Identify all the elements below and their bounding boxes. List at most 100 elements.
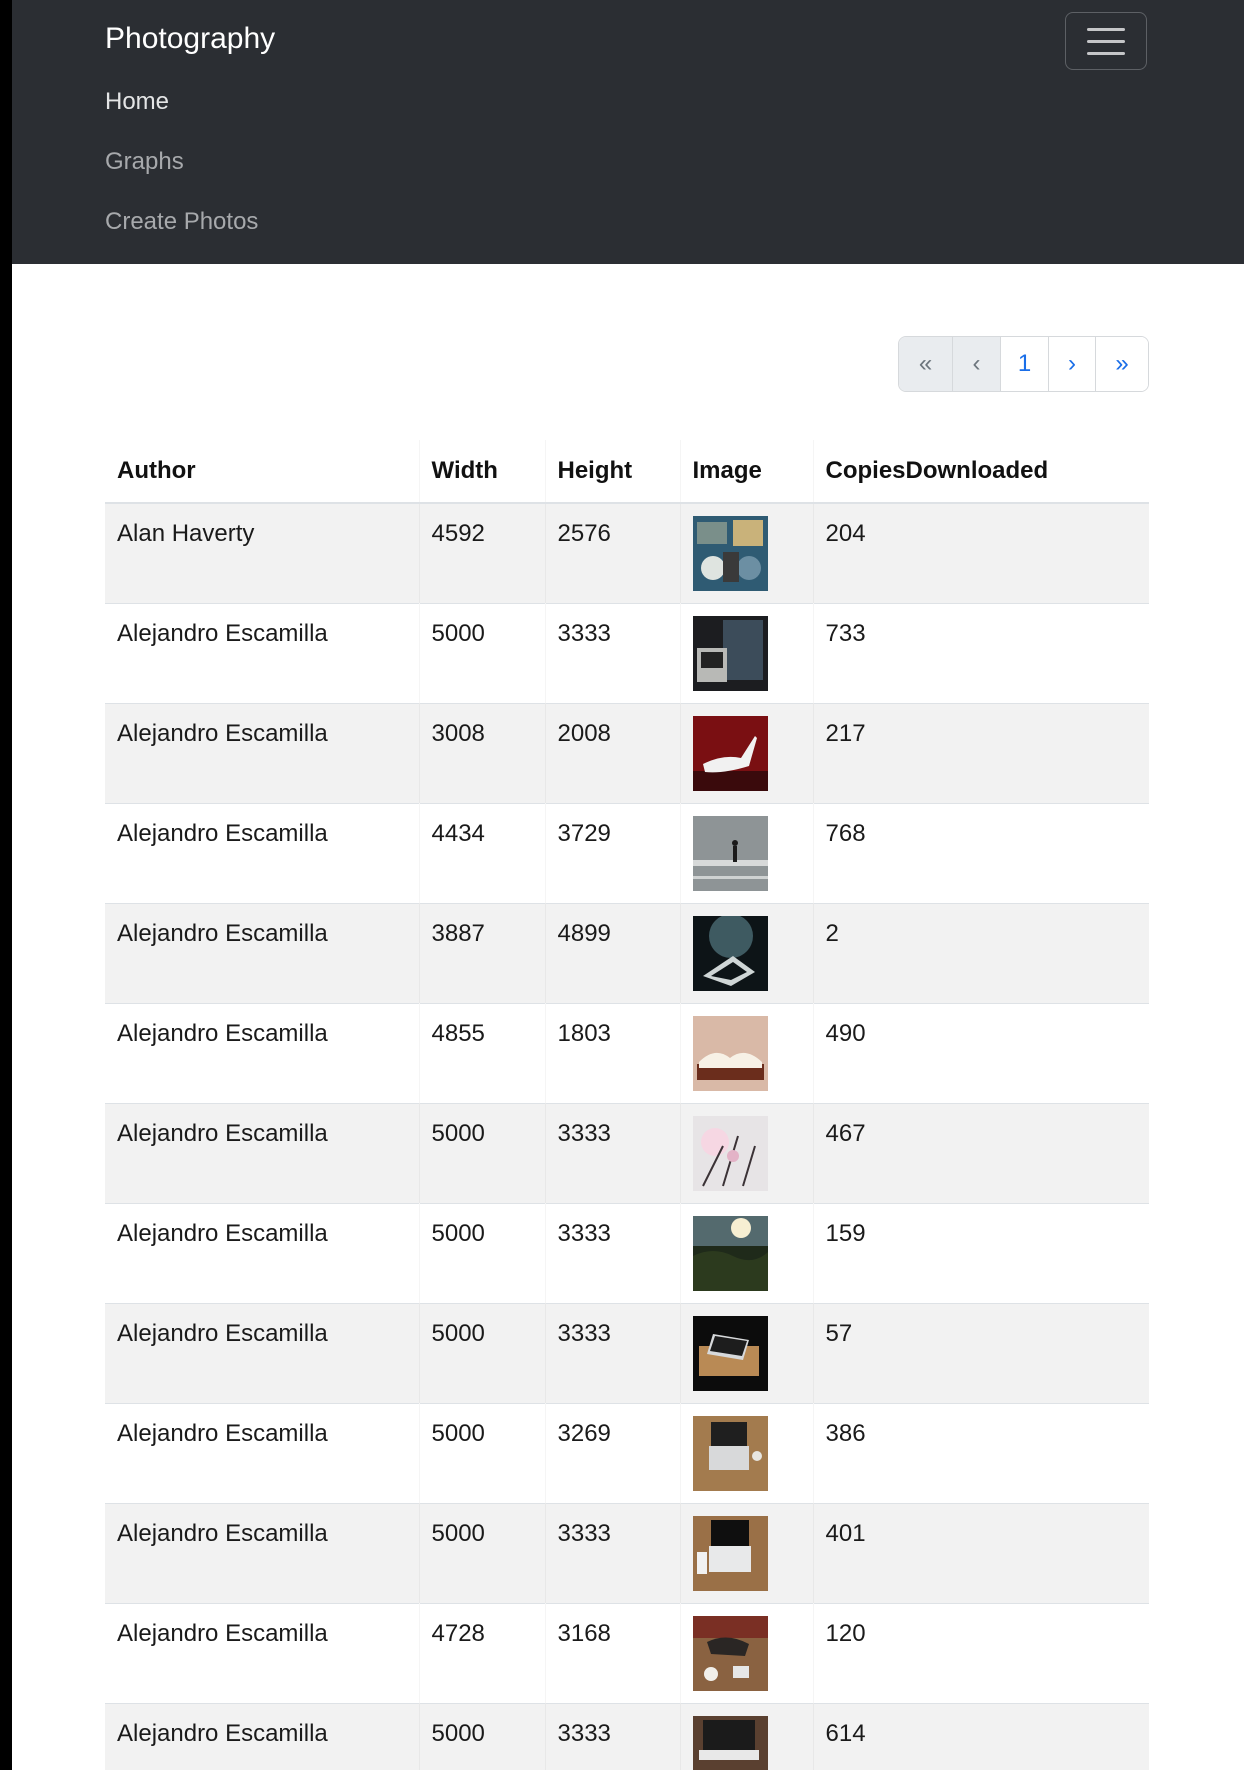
photo-thumbnail[interactable] [692, 1015, 768, 1091]
cell-copies-downloaded: 2 [812, 902, 1149, 1003]
photo-thumbnail[interactable] [692, 1415, 768, 1491]
hamburger-icon-bar [1087, 51, 1125, 55]
cell-width: 5000 [418, 1102, 545, 1203]
cell-width: 5000 [418, 1702, 545, 1770]
cell-image [679, 1702, 813, 1770]
table-row: Alejandro Escamilla 3887 4899 2 [105, 902, 1149, 1003]
hamburger-icon-bar [1087, 39, 1125, 43]
cell-width: 5000 [418, 602, 545, 703]
cell-width: 5000 [418, 1502, 545, 1603]
pagination-next-button[interactable]: › [1048, 337, 1095, 391]
cell-width: 4592 [418, 502, 545, 603]
cell-image [679, 1502, 813, 1603]
cell-author: Alejandro Escamilla [105, 1602, 419, 1703]
pagination-first-button[interactable]: « [899, 337, 952, 391]
photo-thumbnail[interactable] [692, 1215, 768, 1291]
column-header-image: Image [679, 440, 813, 504]
cell-copies-downloaded: 768 [812, 802, 1149, 903]
table-row: Alejandro Escamilla 5000 3333 733 [105, 602, 1149, 703]
cell-copies-downloaded: 733 [812, 602, 1149, 703]
cell-width: 4855 [418, 1002, 545, 1103]
cell-height: 3333 [544, 1702, 680, 1770]
cell-copies-downloaded: 120 [812, 1602, 1149, 1703]
cell-author: Alejandro Escamilla [105, 902, 419, 1003]
cell-author: Alejandro Escamilla [105, 1102, 419, 1203]
cell-author: Alan Haverty [105, 502, 419, 603]
cell-copies-downloaded: 217 [812, 702, 1149, 803]
cell-copies-downloaded: 204 [812, 502, 1149, 603]
photo-thumbnail[interactable] [692, 1315, 768, 1391]
cell-height: 2576 [544, 502, 680, 603]
cell-copies-downloaded: 490 [812, 1002, 1149, 1103]
photo-thumbnail[interactable] [692, 1115, 768, 1191]
cell-copies-downloaded: 614 [812, 1702, 1149, 1770]
navbar-toggler-button[interactable] [1065, 12, 1147, 70]
cell-height: 3333 [544, 1302, 680, 1403]
photos-table: Author Width Height Image CopiesDownload… [105, 440, 1149, 1770]
cell-copies-downloaded: 401 [812, 1502, 1149, 1603]
cell-author: Alejandro Escamilla [105, 1702, 419, 1770]
cell-copies-downloaded: 57 [812, 1302, 1149, 1403]
hamburger-icon-bar [1087, 27, 1125, 31]
cell-height: 3333 [544, 1202, 680, 1303]
cell-copies-downloaded: 386 [812, 1402, 1149, 1503]
cell-width: 5000 [418, 1402, 545, 1503]
cell-width: 4728 [418, 1602, 545, 1703]
page: Photography Home Graphs Create Photos « … [12, 0, 1244, 1770]
pagination: « ‹ 1 › » [898, 336, 1149, 392]
table-row: Alejandro Escamilla 5000 3333 614 [105, 1702, 1149, 1770]
cell-author: Alejandro Escamilla [105, 1002, 419, 1103]
cell-height: 3729 [544, 802, 680, 903]
table-body: Alan Haverty 4592 2576 204 Alejandro Escamil… [105, 502, 1149, 1770]
pagination-page-1-button[interactable]: 1 [1000, 337, 1048, 391]
cell-image [679, 1102, 813, 1203]
cell-image [679, 502, 813, 603]
photo-thumbnail[interactable] [692, 516, 768, 591]
cell-copies-downloaded: 467 [812, 1102, 1149, 1203]
photo-thumbnail[interactable] [692, 915, 768, 991]
cell-image [679, 1602, 813, 1703]
cell-height: 3333 [544, 1102, 680, 1203]
column-header-author: Author [105, 440, 419, 504]
cell-image [679, 702, 813, 803]
photo-thumbnail[interactable] [692, 1615, 768, 1691]
pagination-last-button[interactable]: » [1095, 337, 1148, 391]
photo-thumbnail[interactable] [692, 1515, 768, 1591]
table-header-row: Author Width Height Image CopiesDownload… [105, 440, 1149, 504]
table-row: Alejandro Escamilla 5000 3333 401 [105, 1502, 1149, 1603]
cell-copies-downloaded: 159 [812, 1202, 1149, 1303]
nav-link-create-photos[interactable]: Create Photos [105, 208, 258, 236]
nav-link-home[interactable]: Home [105, 88, 169, 116]
table-row: Alejandro Escamilla 5000 3333 467 [105, 1102, 1149, 1203]
table-row: Alejandro Escamilla 5000 3333 57 [105, 1302, 1149, 1403]
navbar-brand[interactable]: Photography [105, 22, 275, 56]
cell-image [679, 602, 813, 703]
table-row: Alan Haverty 4592 2576 204 [105, 502, 1149, 603]
photo-thumbnail[interactable] [692, 615, 768, 691]
photo-thumbnail[interactable] [692, 815, 768, 891]
navbar: Photography Home Graphs Create Photos [12, 0, 1244, 264]
cell-image [679, 1002, 813, 1103]
cell-width: 3887 [418, 902, 545, 1003]
cell-image [679, 1302, 813, 1403]
photo-thumbnail[interactable] [692, 1715, 768, 1770]
cell-author: Alejandro Escamilla [105, 1202, 419, 1303]
pagination-prev-button[interactable]: ‹ [952, 337, 1000, 391]
cell-height: 2008 [544, 702, 680, 803]
table-row: Alejandro Escamilla 5000 3333 159 [105, 1202, 1149, 1303]
cell-image [679, 802, 813, 903]
cell-width: 5000 [418, 1302, 545, 1403]
cell-image [679, 1202, 813, 1303]
cell-author: Alejandro Escamilla [105, 702, 419, 803]
photo-thumbnail[interactable] [692, 715, 768, 791]
column-header-height: Height [544, 440, 680, 504]
cell-image [679, 902, 813, 1003]
column-header-copies-downloaded: CopiesDownloaded [812, 440, 1149, 504]
table-row: Alejandro Escamilla 4434 3729 768 [105, 802, 1149, 903]
cell-height: 1803 [544, 1002, 680, 1103]
table-row: Alejandro Escamilla 4855 1803 490 [105, 1002, 1149, 1103]
nav-link-graphs[interactable]: Graphs [105, 148, 184, 176]
cell-height: 3269 [544, 1402, 680, 1503]
cell-author: Alejandro Escamilla [105, 1302, 419, 1403]
cell-image [679, 1402, 813, 1503]
